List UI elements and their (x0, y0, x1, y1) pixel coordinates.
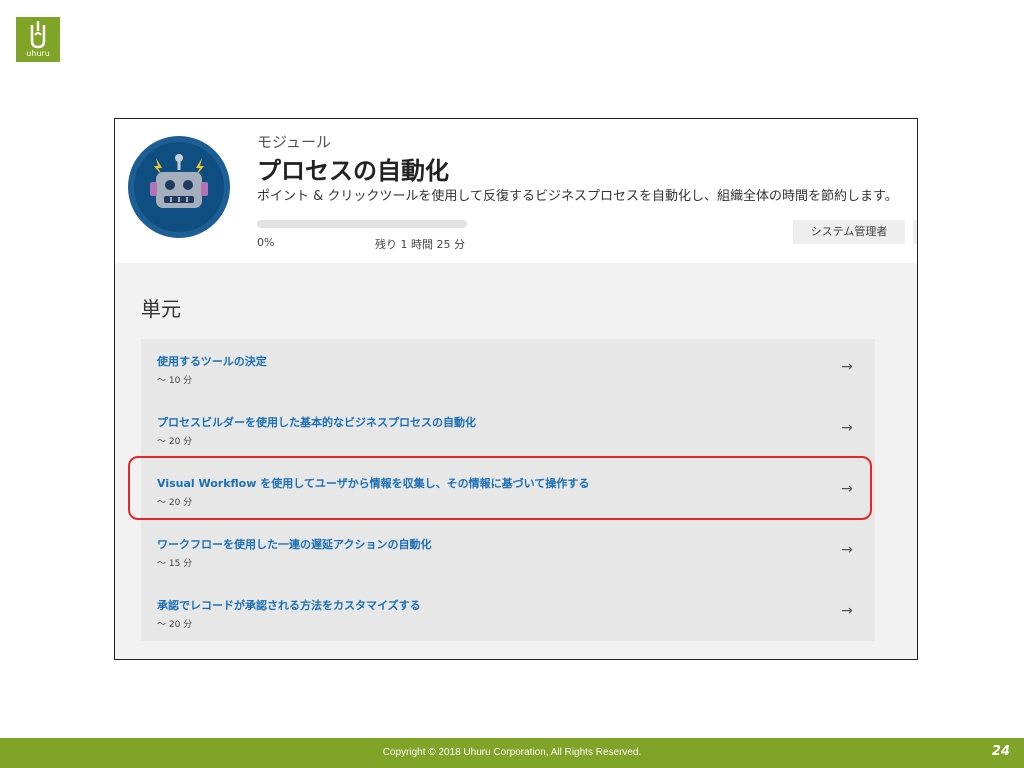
robot-icon (150, 154, 208, 208)
unit-title[interactable]: ワークフローを使用した一連の遅延アクションの自動化 (157, 536, 431, 552)
module-title: プロセスの自動化 (257, 157, 449, 185)
unit-time: 〜 15 分 (157, 559, 193, 569)
progress-percent: 0% (257, 236, 275, 249)
unit-title[interactable]: プロセスビルダーを使用した基本的なビジネスプロセスの自動化 (157, 414, 476, 430)
units-heading: 単元 (141, 297, 181, 321)
unit-title[interactable]: 承認でレコードが承認される方法をカスタマイズする (157, 597, 421, 613)
page-number: 24 (991, 744, 1010, 759)
time-remaining: 残り 1 時間 25 分 (375, 238, 465, 251)
arrow-right-icon[interactable]: → (837, 601, 857, 621)
unit-time: 〜 20 分 (157, 620, 193, 630)
logo-text: uhuru (26, 49, 50, 58)
role-tag-partial[interactable] (913, 220, 917, 244)
role-tag[interactable]: システム管理者 (793, 220, 905, 244)
module-header: モジュール プロセスの自動化 ポイント & クリックツールを使用して反復するビジ… (115, 119, 917, 263)
module-screenshot: モジュール プロセスの自動化 ポイント & クリックツールを使用して反復するビジ… (114, 118, 918, 660)
arrow-right-icon[interactable]: → (837, 540, 857, 560)
unit-title[interactable]: 使用するツールの決定 (157, 353, 267, 369)
progress-bar (257, 220, 467, 228)
unit-time: 〜 10 分 (157, 376, 193, 386)
module-badge (128, 136, 230, 238)
module-description: ポイント & クリックツールを使用して反復するビジネスプロセスを自動化し、組織全… (257, 189, 898, 204)
module-kicker: モジュール (257, 133, 331, 151)
unit-item[interactable]: プロセスビルダーを使用した基本的なビジネスプロセスの自動化 〜 20 分 → (141, 400, 875, 460)
footer: Copyright © 2018 Uhuru Corporation, All … (0, 738, 1024, 768)
arrow-right-icon[interactable]: → (837, 418, 857, 438)
unit-item[interactable]: 使用するツールの決定 〜 10 分 → (141, 339, 875, 399)
copyright-text: Copyright © 2018 Uhuru Corporation, All … (382, 747, 642, 758)
highlight-box (128, 456, 872, 520)
arrow-right-icon[interactable]: → (837, 357, 857, 377)
unit-item[interactable]: 承認でレコードが承認される方法をカスタマイズする 〜 20 分 → (141, 583, 875, 643)
uhuru-logo: uhuru (16, 17, 60, 62)
unit-time: 〜 20 分 (157, 437, 193, 447)
unit-item[interactable]: ワークフローを使用した一連の遅延アクションの自動化 〜 15 分 → (141, 522, 875, 582)
